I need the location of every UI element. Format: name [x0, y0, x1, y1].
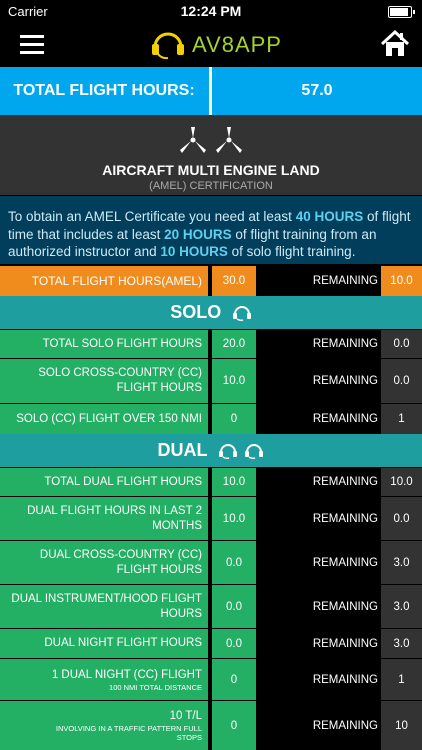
- total-flight-hours-value: 57.0: [301, 82, 333, 99]
- remaining-label: REMAINING: [256, 585, 381, 628]
- row-value: 10.0: [212, 359, 256, 403]
- table-row: DUAL INSTRUMENT/HOOD FLIGHT HOURS 0.0 RE…: [0, 584, 422, 628]
- row-label: TOTAL FLIGHT HOURS(AMEL): [0, 266, 208, 296]
- total-flight-hours-label: TOTAL FLIGHT HOURS:: [13, 82, 195, 99]
- remaining-label: REMAINING: [256, 629, 381, 658]
- headset-icon: [232, 305, 251, 321]
- remaining-value: 10.0: [381, 266, 422, 296]
- app-logo: AV8APP: [150, 30, 281, 60]
- home-icon: [380, 29, 410, 56]
- headset-icon: [152, 32, 184, 60]
- row-value: 20.0: [212, 330, 256, 358]
- remaining-label: REMAINING: [256, 541, 381, 584]
- requirements-description: To obtain an AMEL Certificate you need a…: [0, 196, 422, 264]
- remaining-label: REMAINING: [256, 497, 381, 540]
- row-label: TOTAL DUAL FLIGHT HOURS: [0, 468, 208, 496]
- remaining-label: REMAINING: [256, 701, 381, 750]
- solo-title: SOLO: [170, 302, 222, 322]
- table-row: 1 DUAL NIGHT (CC) FLIGHT 100 NMI TOTAL D…: [0, 658, 422, 700]
- row-label: DUAL CROSS-COUNTRY (CC) FLIGHT HOURS: [0, 541, 208, 584]
- row-label: DUAL INSTRUMENT/HOOD FLIGHT HOURS: [0, 585, 208, 628]
- remaining-value: 3.0: [381, 541, 422, 584]
- row-value: 0.0: [212, 629, 256, 658]
- row-value: 30.0: [212, 266, 256, 296]
- remaining-label: REMAINING: [256, 468, 381, 496]
- remaining-label: REMAINING: [256, 359, 381, 403]
- remaining-label: REMAINING: [256, 659, 381, 700]
- row-value: 0.0: [212, 585, 256, 628]
- table-row: DUAL CROSS-COUNTRY (CC) FLIGHT HOURS 0.0…: [0, 540, 422, 584]
- hamburger-menu-icon: [20, 35, 44, 38]
- row-value: 0: [212, 659, 256, 700]
- row-value: 0: [212, 701, 256, 750]
- row-value: 0.0: [212, 541, 256, 584]
- row-sublabel: 100 NMI TOTAL DISTANCE: [109, 682, 202, 692]
- table-row: 10 T/L INVOLVING IN A TRAFFIC PATTERN FU…: [0, 700, 422, 750]
- navbar: AV8APP: [0, 22, 422, 67]
- remaining-value: 0.0: [381, 359, 422, 403]
- table-row: DUAL FLIGHT HOURS IN LAST 2 MONTHS 10.0 …: [0, 496, 422, 540]
- certification-subtitle: (AMEL) CERTIFICATION: [149, 180, 273, 192]
- dual-section-header: DUAL: [0, 434, 422, 467]
- row-label: DUAL FLIGHT HOURS IN LAST 2 MONTHS: [0, 497, 208, 540]
- row-value: 10.0: [212, 497, 256, 540]
- certification-title: AIRCRAFT MULTI ENGINE LAND: [102, 162, 320, 178]
- table-row: TOTAL DUAL FLIGHT HOURS 10.0 REMAINING 1…: [0, 467, 422, 496]
- remaining-value: 1: [381, 404, 422, 434]
- remaining-value: 0.0: [381, 497, 422, 540]
- amel-total-row: TOTAL FLIGHT HOURS(AMEL) 30.0 REMAINING …: [0, 265, 422, 296]
- row-label: 1 DUAL NIGHT (CC) FLIGHT 100 NMI TOTAL D…: [0, 659, 208, 700]
- headset-icon: [219, 443, 237, 459]
- remaining-label: REMAINING: [256, 330, 381, 358]
- status-bar: Carrier 12:24 PM: [0, 0, 422, 22]
- row-value: 10.0: [212, 468, 256, 496]
- propeller-icon: [180, 127, 242, 153]
- table-row: SOLO (CC) FLIGHT OVER 150 NMI 0 REMAININ…: [0, 403, 422, 434]
- remaining-value: 10.0: [381, 468, 422, 496]
- remaining-value: 3.0: [381, 629, 422, 658]
- dual-title: DUAL: [157, 440, 208, 460]
- remaining-value: 1: [381, 659, 422, 700]
- table-row: DUAL NIGHT FLIGHT HOURS 0.0 REMAINING 3.…: [0, 628, 422, 658]
- app-title: AV8APP: [192, 32, 282, 57]
- row-label: TOTAL SOLO FLIGHT HOURS: [0, 330, 208, 358]
- row-label: 10 T/L INVOLVING IN A TRAFFIC PATTERN FU…: [0, 701, 208, 750]
- row-label: SOLO (CC) FLIGHT OVER 150 NMI: [0, 404, 208, 434]
- remaining-label: REMAINING: [256, 266, 381, 296]
- solo-section-header: SOLO: [0, 296, 422, 329]
- remaining-value: 3.0: [381, 585, 422, 628]
- row-label: DUAL NIGHT FLIGHT HOURS: [0, 629, 208, 658]
- home-button[interactable]: [380, 29, 410, 58]
- remaining-label: REMAINING: [256, 404, 381, 434]
- headset-icon: [245, 443, 264, 459]
- total-flight-hours-bar: TOTAL FLIGHT HOURS: 57.0: [0, 67, 422, 115]
- menu-button[interactable]: [20, 35, 44, 55]
- table-row: SOLO CROSS-COUNTRY (CC) FLIGHT HOURS 10.…: [0, 358, 422, 403]
- certification-header: AIRCRAFT MULTI ENGINE LAND (AMEL) CERTIF…: [0, 115, 422, 195]
- remaining-value: 10: [381, 701, 422, 750]
- row-sublabel: INVOLVING IN A TRAFFIC PATTERN FULL STOP…: [55, 724, 202, 742]
- clock: 12:24 PM: [180, 3, 242, 19]
- remaining-value: 0.0: [381, 330, 422, 358]
- row-label: SOLO CROSS-COUNTRY (CC) FLIGHT HOURS: [0, 359, 208, 403]
- table-row: TOTAL SOLO FLIGHT HOURS 20.0 REMAINING 0…: [0, 329, 422, 358]
- row-value: 0: [212, 404, 256, 434]
- battery-icon: [388, 6, 415, 18]
